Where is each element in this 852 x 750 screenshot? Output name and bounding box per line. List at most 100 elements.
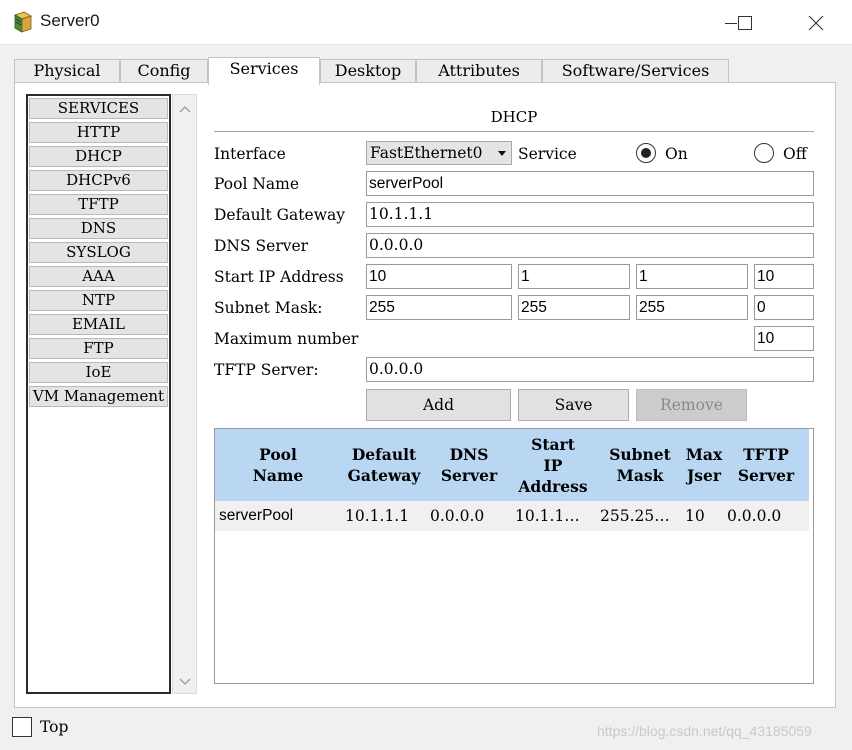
service-item-aaa[interactable]: AAA bbox=[29, 266, 168, 287]
remove-button[interactable]: Remove bbox=[636, 389, 747, 421]
tab-services[interactable]: Services bbox=[208, 57, 320, 85]
subnet-mask-label: Subnet Mask: bbox=[214, 299, 323, 317]
subnet-mask-octet-1[interactable]: 255 bbox=[366, 295, 512, 320]
header-line: Gateway bbox=[347, 466, 421, 485]
start-ip-octet-1[interactable]: 10 bbox=[366, 264, 512, 289]
header-line: TFTP bbox=[743, 445, 789, 464]
window-title: Server0 bbox=[40, 11, 100, 30]
subnet-mask-octet-3[interactable]: 255 bbox=[636, 295, 748, 320]
service-item-services[interactable]: SERVICES bbox=[29, 98, 168, 119]
pool-table: Pool Name Default Gateway DNS Server Start I… bbox=[214, 428, 814, 684]
maximize-button[interactable] bbox=[730, 10, 760, 36]
column-header-subnet-mask[interactable]: Subnet Mask bbox=[599, 429, 681, 501]
header-line: Default bbox=[351, 445, 417, 464]
service-on-radio[interactable] bbox=[636, 143, 656, 163]
chevron-down-icon bbox=[498, 151, 506, 156]
save-button[interactable]: Save bbox=[518, 389, 629, 421]
service-item-http[interactable]: HTTP bbox=[29, 122, 168, 143]
top-label: Top bbox=[40, 718, 69, 736]
subnet-mask-octet-2[interactable]: 255 bbox=[518, 295, 630, 320]
column-header-tftp-server[interactable]: TFTP Server bbox=[725, 429, 807, 501]
header-line: Name bbox=[252, 466, 304, 485]
header-line: IP bbox=[543, 455, 563, 475]
header-line: Server bbox=[440, 466, 498, 485]
maximize-icon bbox=[738, 16, 752, 30]
start-ip-octet-4[interactable]: 10 bbox=[754, 264, 814, 289]
start-ip-label: Start IP Address bbox=[214, 268, 344, 286]
pool-name-label: Pool Name bbox=[214, 175, 300, 193]
column-header-default-gateway[interactable]: Default Gateway bbox=[341, 429, 427, 501]
header-line: Max bbox=[685, 445, 723, 464]
service-on-label: On bbox=[665, 145, 688, 163]
service-item-ioe[interactable]: IoE bbox=[29, 362, 168, 383]
tab-software-services[interactable]: Software/Services bbox=[542, 59, 729, 84]
pool-name-input[interactable]: serverPool bbox=[366, 171, 814, 196]
tab-desktop[interactable]: Desktop bbox=[320, 59, 416, 84]
tftp-server-label: TFTP Server: bbox=[214, 361, 319, 379]
header-line: DNS bbox=[449, 445, 489, 464]
start-ip-octet-2[interactable]: 1 bbox=[518, 264, 630, 289]
service-item-vm-management[interactable]: VM Management bbox=[29, 386, 168, 407]
header-line: Subnet bbox=[609, 445, 671, 464]
default-gateway-label: Default Gateway bbox=[214, 206, 345, 224]
cell-start-ip: 10.1.1… bbox=[515, 507, 580, 525]
tab-physical[interactable]: Physical bbox=[14, 59, 120, 84]
header-line: Server bbox=[737, 466, 795, 485]
dns-server-label: DNS Server bbox=[214, 237, 309, 255]
service-item-syslog[interactable]: SYSLOG bbox=[29, 242, 168, 263]
header-line: Start bbox=[531, 434, 575, 454]
pool-table-header: Pool Name Default Gateway DNS Server Start I… bbox=[215, 429, 809, 501]
service-item-dhcpv6[interactable]: DHCPv6 bbox=[29, 170, 168, 191]
service-off-radio[interactable] bbox=[754, 143, 774, 163]
watermark: https://blog.csdn.net/qq_43185059 bbox=[597, 723, 812, 739]
close-icon bbox=[808, 15, 824, 31]
dns-server-input[interactable]: 0.0.0.0 bbox=[366, 233, 814, 258]
service-label: Service bbox=[518, 145, 577, 163]
header-line: Jser bbox=[686, 466, 722, 485]
heading-divider bbox=[214, 131, 814, 132]
cell-pool-name: serverPool bbox=[219, 507, 294, 524]
interface-select[interactable]: FastEthernet0 bbox=[366, 141, 512, 165]
service-item-dhcp[interactable]: DHCP bbox=[29, 146, 168, 167]
scroll-up-icon[interactable] bbox=[179, 104, 191, 116]
radio-selected-icon bbox=[641, 148, 651, 158]
dhcp-heading: DHCP bbox=[490, 108, 538, 126]
header-line: Address bbox=[518, 476, 588, 496]
column-header-start-ip[interactable]: Start IP Address bbox=[511, 429, 595, 501]
cell-subnet-mask: 255.25… bbox=[600, 507, 670, 525]
service-item-dns[interactable]: DNS bbox=[29, 218, 168, 239]
max-users-input[interactable]: 10 bbox=[754, 326, 814, 351]
service-off-label: Off bbox=[783, 145, 807, 163]
scroll-down-icon[interactable] bbox=[179, 675, 191, 687]
table-row[interactable]: serverPool 10.1.1.1 0.0.0.0 10.1.1… 255.… bbox=[215, 501, 809, 531]
services-list: SERVICES HTTP DHCP DHCPv6 TFTP DNS SYSLO… bbox=[26, 94, 171, 694]
subnet-mask-octet-4[interactable]: 0 bbox=[754, 295, 814, 320]
tab-config[interactable]: Config bbox=[120, 59, 208, 84]
header-line: Pool bbox=[259, 445, 297, 464]
service-item-ftp[interactable]: FTP bbox=[29, 338, 168, 359]
tftp-server-input[interactable]: 0.0.0.0 bbox=[366, 357, 814, 382]
column-header-dns-server[interactable]: DNS Server bbox=[431, 429, 507, 501]
header-line: Mask bbox=[616, 466, 664, 485]
max-users-label: Maximum number o bbox=[214, 330, 360, 348]
close-button[interactable] bbox=[801, 10, 831, 36]
cell-default-gateway: 10.1.1.1 bbox=[345, 507, 410, 525]
cell-dns-server: 0.0.0.0 bbox=[430, 507, 485, 525]
title-bar: Server0 bbox=[0, 0, 852, 45]
column-header-max-users[interactable]: Max Jser bbox=[685, 429, 723, 501]
top-checkbox[interactable] bbox=[12, 717, 32, 737]
services-scrollbar[interactable] bbox=[172, 94, 197, 694]
column-header-pool-name[interactable]: Pool Name bbox=[215, 429, 341, 501]
cell-max-users: 10 bbox=[685, 507, 705, 525]
default-gateway-input[interactable]: 10.1.1.1 bbox=[366, 202, 814, 227]
interface-label: Interface bbox=[214, 145, 286, 163]
start-ip-octet-3[interactable]: 1 bbox=[636, 264, 748, 289]
interface-select-value: FastEthernet0 bbox=[370, 144, 483, 162]
server-app-icon bbox=[12, 11, 34, 33]
tab-attributes[interactable]: Attributes bbox=[416, 59, 542, 84]
cell-tftp-server: 0.0.0.0 bbox=[727, 507, 782, 525]
service-item-ntp[interactable]: NTP bbox=[29, 290, 168, 311]
service-item-tftp[interactable]: TFTP bbox=[29, 194, 168, 215]
service-item-email[interactable]: EMAIL bbox=[29, 314, 168, 335]
add-button[interactable]: Add bbox=[366, 389, 511, 421]
